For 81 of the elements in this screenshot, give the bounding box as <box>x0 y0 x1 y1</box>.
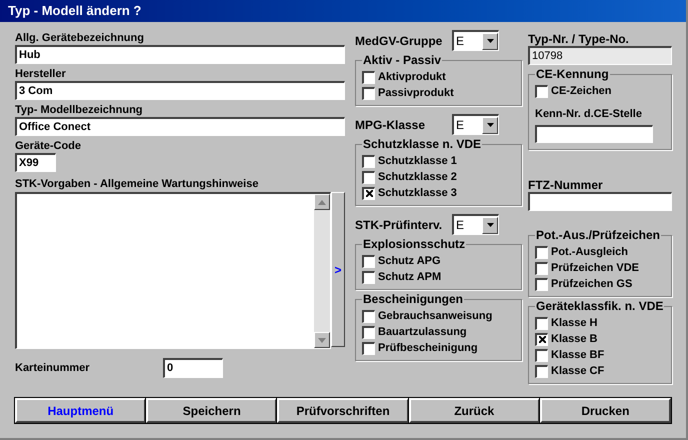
checkbox[interactable] <box>362 154 375 168</box>
cross-icon <box>538 336 546 343</box>
action-button[interactable]: Prüfvorschriften <box>277 398 409 423</box>
checkbox[interactable] <box>362 186 375 200</box>
checkbox[interactable] <box>362 326 375 338</box>
scrollbar[interactable] <box>314 194 330 348</box>
field-label: Hersteller <box>15 67 67 81</box>
checkbox-label: Aktivprodukt <box>378 70 446 85</box>
checkbox-label: Klasse BF <box>551 348 604 363</box>
checkbox[interactable] <box>535 246 548 258</box>
expand-button[interactable]: > <box>331 192 345 347</box>
field-label: MedGV-Gruppe <box>355 32 444 50</box>
checkbox[interactable] <box>362 170 375 184</box>
checkbox-label: Bauartzulassung <box>378 324 467 340</box>
group-title: Aktiv - Passiv <box>362 53 442 67</box>
triangle-down-icon <box>318 338 326 342</box>
checkbox-label: Klasse CF <box>551 364 604 379</box>
checkbox[interactable] <box>362 70 375 84</box>
input-field[interactable]: Hub <box>15 45 345 64</box>
checkbox-label: Pot.-Ausgleich <box>551 244 628 260</box>
input-field[interactable] <box>528 192 672 211</box>
triangle-up-icon <box>318 200 326 204</box>
checkbox[interactable] <box>535 332 548 346</box>
group-title: Bescheinigungen <box>362 292 464 306</box>
checkbox-label: Schutzklasse 3 <box>378 186 457 201</box>
field-label: FTZ-Nummer <box>528 177 604 192</box>
action-button[interactable]: Drucken <box>540 398 672 423</box>
checkbox[interactable] <box>535 262 548 274</box>
checkbox-label: Prüfzeichen GS <box>551 276 632 292</box>
input-field[interactable]: X99 <box>15 153 56 172</box>
checkbox[interactable] <box>362 342 375 354</box>
action-button[interactable]: Zurück <box>408 398 540 423</box>
field-label: Typ- Modellbezeichnung <box>15 103 144 117</box>
field-label: Typ-Nr. / Type-No. <box>528 31 630 46</box>
dropdown[interactable]: E <box>452 214 499 235</box>
checkbox-label: Schutzklasse 1 <box>378 154 457 169</box>
checkbox[interactable] <box>535 278 548 290</box>
input-field: 10798 <box>528 46 672 65</box>
checkbox-label: Prüfzeichen VDE <box>551 260 640 276</box>
group-title: CE-Kennung <box>535 67 610 81</box>
group-title: Pot.-Aus./Prüfzeichen <box>535 228 662 242</box>
checkbox[interactable] <box>535 348 548 362</box>
checkbox-label: Klasse B <box>551 332 598 347</box>
dropdown[interactable]: E <box>452 114 499 135</box>
checkbox[interactable] <box>362 86 375 100</box>
dropdown[interactable]: E <box>452 30 499 51</box>
checkbox[interactable] <box>362 254 375 268</box>
field-label: Karteinummer <box>15 360 91 376</box>
cross-icon <box>366 190 372 197</box>
field-label: STK-Prüfinterv. <box>355 216 444 234</box>
checkbox-label: Passivprodukt <box>378 86 454 101</box>
checkbox-label: Schutzklasse 2 <box>378 170 457 185</box>
input-field[interactable]: Office Conect <box>15 117 345 136</box>
checkbox[interactable] <box>535 84 548 98</box>
checkbox[interactable] <box>535 364 548 378</box>
checkbox-label: CE-Zeichen <box>551 84 612 99</box>
field-label: STK-Vorgaben - Allgemeine Wartungshinweise <box>15 177 260 191</box>
input-field[interactable]: 0 <box>163 358 223 378</box>
group-title: Explosionsschutz <box>362 237 466 251</box>
window-title: Typ - Modell ändern ? <box>8 2 142 20</box>
checkbox-label: Schutz APM <box>378 270 442 285</box>
scroll-up-button[interactable] <box>314 194 330 210</box>
input-field[interactable] <box>535 125 653 143</box>
checkbox-label: Klasse H <box>551 316 598 331</box>
action-button[interactable]: Hauptmenü <box>15 398 146 423</box>
input-field[interactable]: 3 Com <box>15 81 345 100</box>
field-label: Geräte-Code <box>15 139 82 153</box>
checkbox-label: Gebrauchsanweisung <box>378 308 492 324</box>
group-title: Schutzklasse n. VDE <box>362 137 482 151</box>
checkbox-label: Prüfbescheinigung <box>378 340 478 356</box>
checkbox[interactable] <box>535 316 548 330</box>
group-title: Geräteklassfik. n. VDE <box>535 299 664 313</box>
checkbox[interactable] <box>362 310 375 322</box>
field-label: Kenn-Nr. d.CE-Stelle <box>535 107 643 121</box>
field-label: Allg. Gerätebezeichnung <box>15 31 145 45</box>
action-button[interactable]: Speichern <box>146 398 278 423</box>
checkbox[interactable] <box>362 270 375 284</box>
field-label: MPG-Klasse <box>355 116 426 134</box>
scroll-down-button[interactable] <box>314 332 330 348</box>
notes-field[interactable] <box>15 192 332 349</box>
checkbox-label: Schutz APG <box>378 254 441 269</box>
